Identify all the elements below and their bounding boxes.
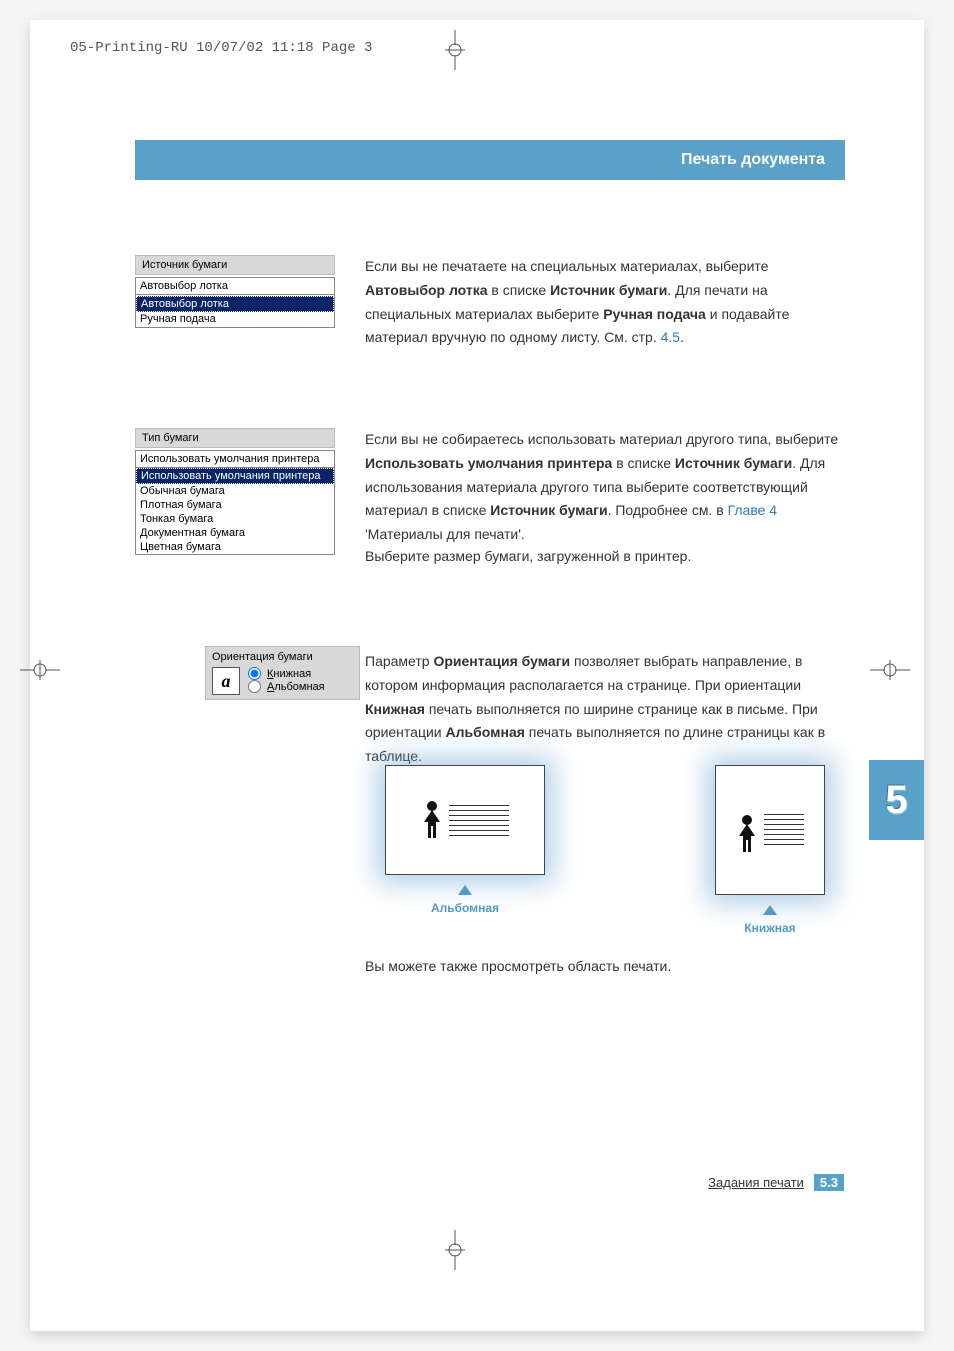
orientation-previews: Альбомная Книжная bbox=[385, 765, 825, 945]
chapter-tab: 5 bbox=[869, 760, 924, 840]
section-header: Печать документа bbox=[135, 140, 845, 180]
paper-type-widget: Тип бумаги Использовать умолчания принте… bbox=[135, 428, 335, 555]
paragraph: Если вы не печатаете на специальных мате… bbox=[365, 255, 845, 350]
portrait-caption: Книжная bbox=[744, 921, 795, 935]
section-header-text: Печать документа bbox=[681, 151, 825, 169]
orientation-widget: Ориентация бумаги a Книжная Альбомная bbox=[205, 646, 360, 700]
paragraph: Если вы не собираетесь использовать мате… bbox=[365, 428, 845, 547]
dropdown-option[interactable]: Ручная подача bbox=[136, 312, 334, 326]
paper-source-dropdown[interactable]: Автовыбор лотка Ручная подача bbox=[135, 295, 335, 328]
print-slug: 05-Printing-RU 10/07/02 11:18 Page 3 bbox=[70, 40, 372, 56]
footer-section-label: Задания печати bbox=[708, 1175, 804, 1190]
paper-type-label: Тип бумаги bbox=[135, 428, 335, 448]
paragraph: Выберите размер бумаги, загруженной в пр… bbox=[365, 545, 845, 569]
arrow-up-icon bbox=[458, 885, 472, 895]
dropdown-option[interactable]: Документная бумага bbox=[136, 526, 334, 540]
orientation-label: Ориентация бумаги bbox=[212, 651, 353, 663]
crop-mark-icon bbox=[870, 650, 910, 690]
landscape-page-icon bbox=[385, 765, 545, 875]
dropdown-option[interactable]: Цветная бумага bbox=[136, 540, 334, 554]
page: 05-Printing-RU 10/07/02 11:18 Page 3 Печ… bbox=[30, 20, 924, 1331]
crop-mark-icon bbox=[20, 650, 60, 690]
paper-source-label: Источник бумаги bbox=[135, 255, 335, 275]
landscape-preview: Альбомная bbox=[385, 765, 545, 945]
landscape-caption: Альбомная bbox=[431, 901, 499, 915]
dropdown-option[interactable]: Плотная бумага bbox=[136, 498, 334, 512]
paper-source-widget: Источник бумаги Автовыбор лотка Автовыбо… bbox=[135, 255, 335, 328]
paper-type-select[interactable]: Использовать умолчания принтера bbox=[135, 450, 335, 468]
portrait-page-icon bbox=[715, 765, 825, 895]
text-lines-icon bbox=[764, 814, 804, 845]
arrow-up-icon bbox=[763, 905, 777, 915]
paragraph: Вы можете также просмотреть область печа… bbox=[365, 955, 845, 979]
paragraph: Параметр Ориентация бумаги позволяет выб… bbox=[365, 650, 845, 769]
person-icon bbox=[736, 814, 758, 854]
paper-source-select[interactable]: Автовыбор лотка bbox=[135, 277, 335, 295]
chapter-link[interactable]: Главе 4 bbox=[728, 502, 778, 518]
radio-input[interactable] bbox=[248, 680, 261, 693]
crop-mark-icon bbox=[435, 1230, 475, 1270]
dropdown-option[interactable]: Использовать умолчания принтера bbox=[136, 468, 334, 484]
dropdown-option[interactable]: Тонкая бумага bbox=[136, 512, 334, 526]
orientation-radio-landscape[interactable]: Альбомная bbox=[248, 680, 353, 693]
footer-page-number: 5.3 bbox=[814, 1174, 844, 1191]
paper-type-dropdown[interactable]: Использовать умолчания принтера Обычная … bbox=[135, 468, 335, 555]
text-lines-icon bbox=[449, 805, 509, 836]
page-footer: Задания печати 5.3 bbox=[30, 1174, 924, 1191]
orientation-a-icon: a bbox=[212, 667, 240, 695]
radio-input[interactable] bbox=[248, 667, 261, 680]
orientation-radio-portrait[interactable]: Книжная bbox=[248, 667, 353, 680]
dropdown-option[interactable]: Обычная бумага bbox=[136, 484, 334, 498]
page-link[interactable]: 4.5 bbox=[661, 329, 680, 345]
crop-mark-icon bbox=[435, 30, 475, 70]
person-icon bbox=[421, 800, 443, 840]
dropdown-option[interactable]: Автовыбор лотка bbox=[136, 296, 334, 312]
portrait-preview: Книжная bbox=[715, 765, 825, 945]
